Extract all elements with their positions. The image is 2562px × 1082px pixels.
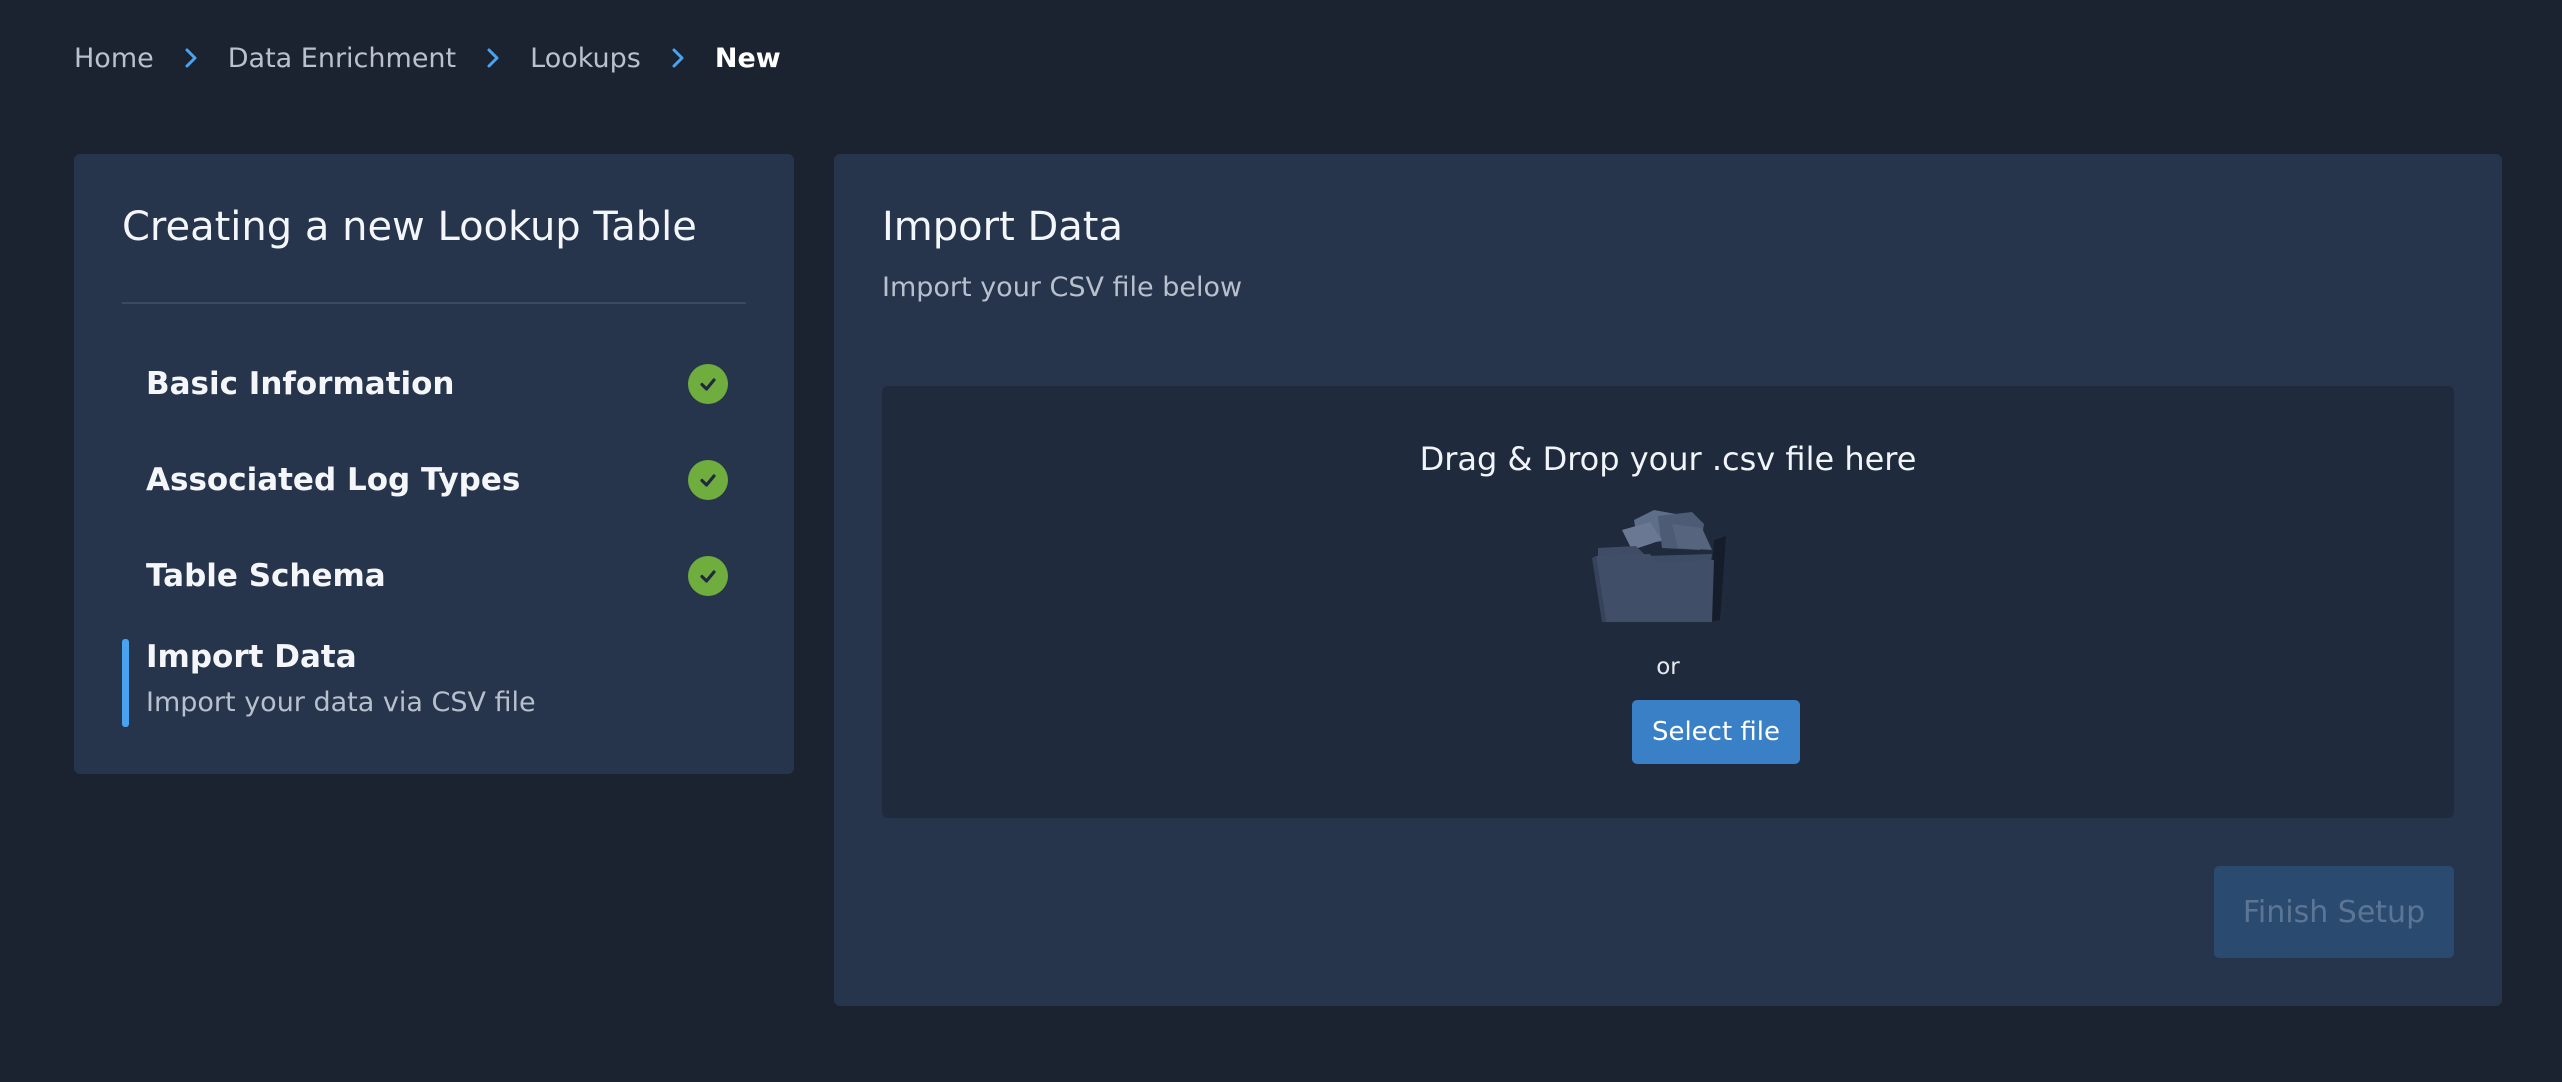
select-file-button[interactable]: Select file [1632, 700, 1800, 764]
section-title: Import Data [882, 204, 1123, 250]
section-subtitle: Import your CSV file below [882, 272, 1243, 303]
chevron-right-icon [154, 47, 228, 69]
breadcrumb: Home Data Enrichment Lookups New [74, 38, 781, 78]
check-circle-icon [688, 460, 728, 500]
check-circle-icon [688, 364, 728, 404]
step-label: Associated Log Types [146, 462, 521, 498]
breadcrumb-home-link[interactable]: Home [74, 43, 154, 74]
breadcrumb-lookups-link[interactable]: Lookups [530, 43, 641, 74]
dropzone-title: Drag & Drop your .csv file here [1419, 440, 1917, 478]
csv-dropzone[interactable]: Drag & Drop your .csv file here or Selec… [882, 386, 2454, 818]
finish-setup-button[interactable]: Finish Setup [2214, 866, 2454, 958]
step-label: Table Schema [146, 558, 386, 594]
wizard-steps-panel: Creating a new Lookup Table Basic Inform… [74, 154, 794, 774]
step-label: Import Data [146, 639, 357, 675]
import-data-panel: Import Data Import your CSV file below D… [834, 154, 2502, 1006]
step-description: Import your data via CSV file [146, 687, 536, 718]
wizard-title: Creating a new Lookup Table [122, 204, 697, 250]
check-circle-icon [688, 556, 728, 596]
breadcrumb-current-page: New [714, 42, 781, 74]
breadcrumb-data-enrichment-link[interactable]: Data Enrichment [228, 43, 456, 74]
step-import-data-active[interactable]: Import Data Import your data via CSV fil… [122, 639, 728, 729]
chevron-right-icon [641, 47, 715, 69]
folder-icon [1592, 510, 1726, 622]
step-basic-information[interactable]: Basic Information [146, 354, 728, 414]
chevron-right-icon [456, 47, 530, 69]
active-step-indicator [122, 639, 129, 727]
step-label: Basic Information [146, 366, 455, 402]
step-associated-log-types[interactable]: Associated Log Types [146, 450, 728, 510]
step-table-schema[interactable]: Table Schema [146, 546, 728, 606]
dropzone-or-text: or [1656, 654, 1680, 680]
divider [122, 302, 746, 304]
